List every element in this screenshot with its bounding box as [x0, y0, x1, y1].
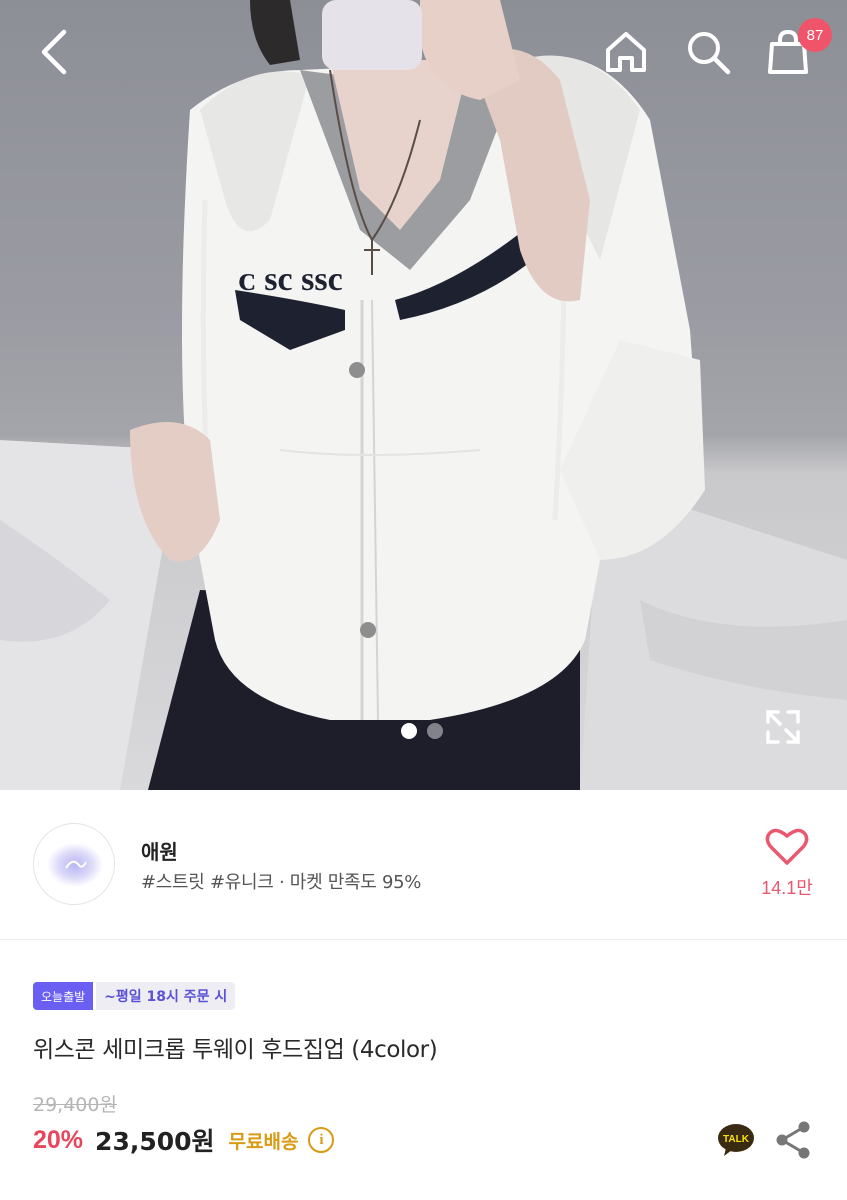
kakao-talk-share-button[interactable]: TALK — [716, 1120, 756, 1160]
free-shipping-label: 무료배송 — [228, 1130, 299, 1153]
delivery-badge: 오늘출발 ~평일 18시 주문 시 — [33, 982, 236, 1010]
share-button[interactable] — [774, 1120, 812, 1160]
share-icon — [776, 1121, 810, 1159]
discount-rate: 20% — [33, 1125, 84, 1154]
svg-text:ᴄ sc ssc: ᴄ sc ssc — [238, 261, 343, 298]
order-cutoff-badge: ~평일 18시 주문 시 — [96, 982, 236, 1010]
svg-text:TALK: TALK — [723, 1134, 750, 1145]
expand-icon — [766, 710, 800, 744]
top-navigation-bar: 87 — [0, 0, 847, 110]
kakao-talk-icon: TALK — [718, 1124, 754, 1156]
original-price: 29,400원 — [33, 1094, 117, 1116]
shipping-info-icon[interactable]: i — [308, 1127, 335, 1153]
product-title: 위스콘 세미크롭 투웨이 후드집업 (4color) — [33, 1037, 438, 1063]
today-shipping-badge: 오늘출발 — [33, 982, 94, 1010]
search-button[interactable] — [676, 20, 740, 84]
back-button[interactable] — [22, 20, 86, 84]
search-icon — [688, 32, 731, 75]
like-count: 14.1만 — [761, 878, 813, 898]
pagination-dot-1[interactable] — [401, 723, 417, 739]
chevron-left-icon — [41, 29, 67, 75]
home-icon — [606, 32, 646, 72]
store-logo-image — [47, 843, 103, 887]
like-button[interactable]: 14.1만 — [755, 826, 819, 900]
gallery-pagination — [401, 723, 443, 739]
expand-image-button[interactable] — [760, 704, 806, 750]
store-info-row[interactable]: 애원 #스트릿 #유니크 · 마켓 만족도 95% 14.1만 — [0, 790, 847, 940]
store-tags-satisfaction: #스트릿 #유니크 · 마켓 만족도 95% — [141, 872, 422, 893]
store-name[interactable]: 애원 — [141, 836, 178, 865]
product-photo: ᴄ sc ssc — [0, 0, 847, 790]
cart-count-badge: 87 — [798, 18, 832, 52]
product-image-gallery[interactable]: ᴄ sc ssc 87 — [0, 0, 847, 790]
sale-price: 23,500원 — [95, 1127, 215, 1156]
pagination-dot-2[interactable] — [427, 723, 443, 739]
heart-icon — [765, 828, 809, 865]
store-logo[interactable] — [33, 823, 115, 905]
price-row: 20% 23,500원 무료배송 i — [33, 1122, 335, 1158]
home-button[interactable] — [594, 20, 658, 84]
product-info: 오늘출발 ~평일 18시 주문 시 위스콘 세미크롭 투웨이 후드집업 (4co… — [0, 940, 847, 1200]
